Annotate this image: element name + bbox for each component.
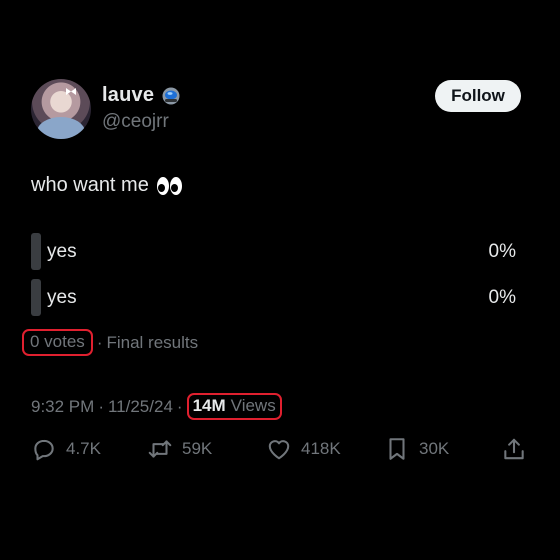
poll-option-label: yes	[47, 241, 77, 262]
poll-separator: ·	[96, 332, 103, 352]
poll-option: yes 0%	[31, 233, 521, 270]
share-icon	[504, 438, 524, 460]
reply-button[interactable]: 4.7K	[31, 433, 101, 465]
post-text: who want me	[31, 174, 182, 197]
views-count[interactable]: 14M Views	[186, 393, 282, 420]
author-avatar[interactable]	[31, 79, 91, 139]
repost-count: 59K	[182, 439, 213, 458]
views-separator: ·	[176, 396, 183, 416]
poll-option-percent: 0%	[488, 287, 516, 308]
like-count: 418K	[301, 439, 341, 458]
poll-votes-count: 0 votes	[22, 329, 93, 356]
bookmark-button[interactable]: 30K	[384, 433, 449, 465]
avatar-shoulder	[37, 117, 85, 139]
post-time[interactable]: 9:32 PM	[31, 397, 94, 417]
author-name-row: lauve	[102, 84, 180, 107]
poll-result-bar	[31, 279, 41, 316]
post-timestamp-row: 9:32 PM · 11/25/24 · 14M Views	[31, 393, 282, 420]
follow-button[interactable]: Follow	[435, 80, 521, 112]
author-handle[interactable]: @ceojrr	[102, 111, 169, 133]
views-number: 14M	[192, 396, 226, 415]
author-display-name[interactable]: lauve	[102, 84, 154, 107]
eye-right	[169, 176, 182, 195]
post-text-content: who want me	[31, 174, 149, 196]
poll-option-percent: 0%	[488, 241, 516, 262]
poll-status: Final results	[106, 332, 199, 352]
reply-count: 4.7K	[66, 439, 101, 458]
poll-option-label: yes	[47, 287, 77, 308]
views-label: Views	[230, 396, 276, 415]
poll-option: yes 0%	[31, 279, 521, 316]
post-date[interactable]: 11/25/24	[108, 397, 173, 417]
verified-badge-icon	[162, 87, 180, 104]
reply-icon	[34, 439, 54, 461]
bookmark-count: 30K	[419, 439, 450, 458]
eye-left	[156, 176, 169, 195]
share-button[interactable]	[501, 433, 527, 465]
hair-bow-icon	[66, 88, 76, 95]
poll-meta: 0 votes · Final results	[22, 329, 199, 356]
heart-icon	[268, 440, 290, 460]
timestamp-separator: ·	[98, 396, 104, 416]
like-button[interactable]: 418K	[266, 433, 341, 465]
eyes-emoji-icon	[156, 176, 182, 195]
action-bar: 4.7K 59K 418K 30K	[31, 433, 531, 465]
poll-result-bar	[31, 233, 41, 270]
repost-icon	[148, 440, 172, 458]
repost-button[interactable]: 59K	[147, 433, 212, 465]
bookmark-icon	[389, 438, 405, 460]
